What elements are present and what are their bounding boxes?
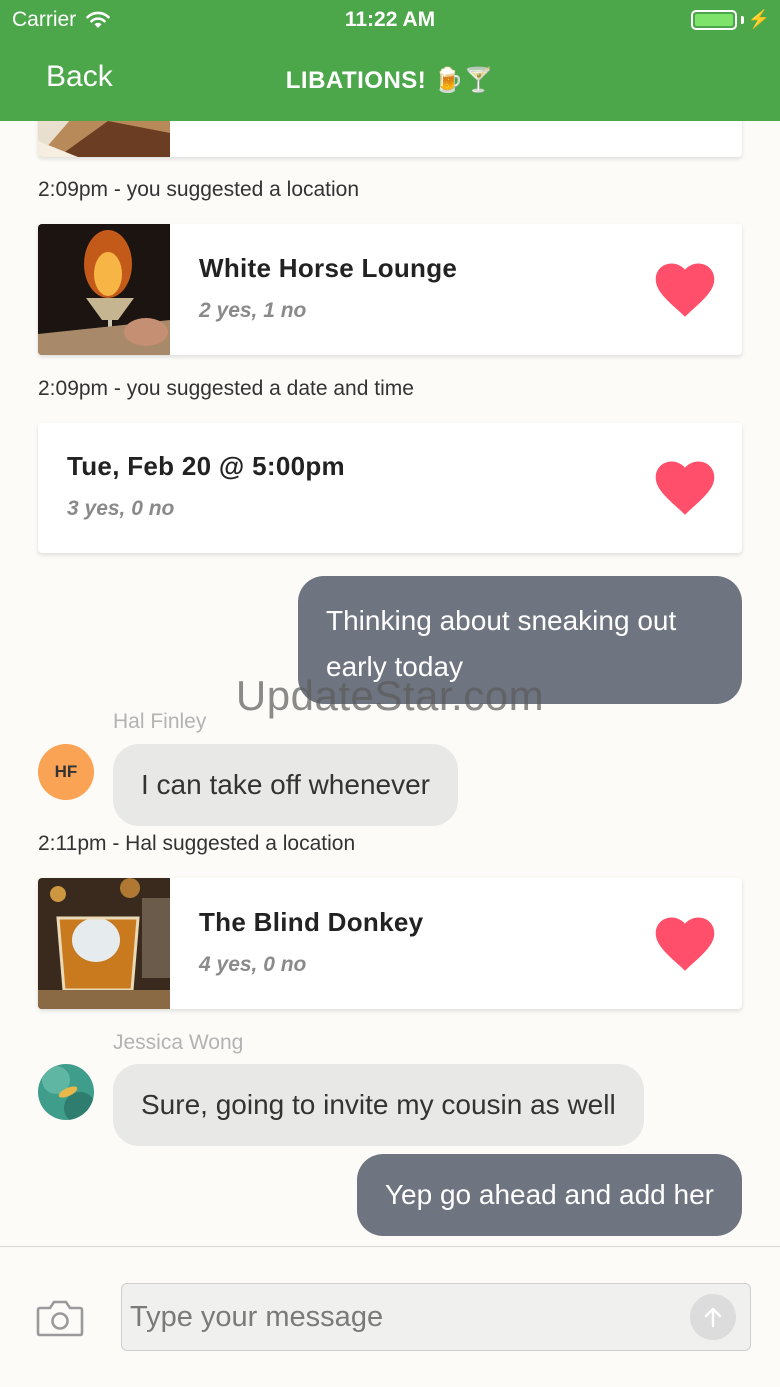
heart-icon[interactable] — [654, 262, 716, 318]
heart-icon[interactable] — [654, 916, 716, 972]
timestamp: 2:11pm - Hal suggested a location — [38, 832, 356, 855]
send-button[interactable] — [690, 1294, 736, 1340]
page-title: LIBATIONS! 🍺🍸 — [285, 67, 495, 94]
timestamp: 2:09pm - you suggested a location — [38, 178, 360, 201]
sender-name: Jessica Wong — [113, 1031, 244, 1054]
location-card-partial[interactable] — [38, 121, 742, 157]
location-card[interactable]: White Horse Lounge 2 yes, 1 no — [38, 224, 742, 355]
avatar: HF — [38, 744, 94, 800]
navigation-header: Carrier 11:22 AM ⚡ Back LIBATIONS! 🍺🍸 — [0, 0, 780, 121]
avatar — [38, 1064, 94, 1120]
status-bar: Carrier 11:22 AM ⚡ — [0, 0, 780, 40]
outgoing-message: Yep go ahead and add her — [356, 1154, 742, 1236]
location-name: The Blind Donkey — [199, 907, 424, 937]
location-name: White Horse Lounge — [199, 253, 458, 283]
location-thumbnail — [38, 121, 170, 157]
location-thumbnail — [38, 224, 170, 355]
watermark: UpdateStar.com — [235, 672, 545, 719]
timestamp: 2:09pm - you suggested a date and time — [38, 377, 414, 400]
status-time: 11:22 AM — [344, 8, 436, 31]
vote-count: 4 yes, 0 no — [199, 953, 307, 976]
heart-icon[interactable] — [654, 460, 716, 516]
location-thumbnail — [38, 878, 170, 1009]
date-card[interactable]: Tue, Feb 20 @ 5:00pm 3 yes, 0 no — [38, 423, 742, 553]
incoming-message: Sure, going to invite my cousin as well — [113, 1064, 644, 1146]
vote-count: 3 yes, 0 no — [67, 497, 175, 520]
message-composer — [0, 1246, 780, 1387]
date-time: Tue, Feb 20 @ 5:00pm — [67, 451, 345, 481]
send-arrow-icon — [704, 1307, 722, 1328]
location-card[interactable]: The Blind Donkey 4 yes, 0 no — [38, 878, 742, 1009]
incoming-message: I can take off whenever — [113, 744, 458, 826]
camera-icon[interactable] — [36, 1299, 84, 1337]
message-input[interactable] — [130, 1284, 680, 1350]
battery-icon: ⚡ — [690, 9, 770, 30]
message-input-container — [121, 1283, 751, 1351]
vote-count: 2 yes, 1 no — [199, 299, 307, 322]
